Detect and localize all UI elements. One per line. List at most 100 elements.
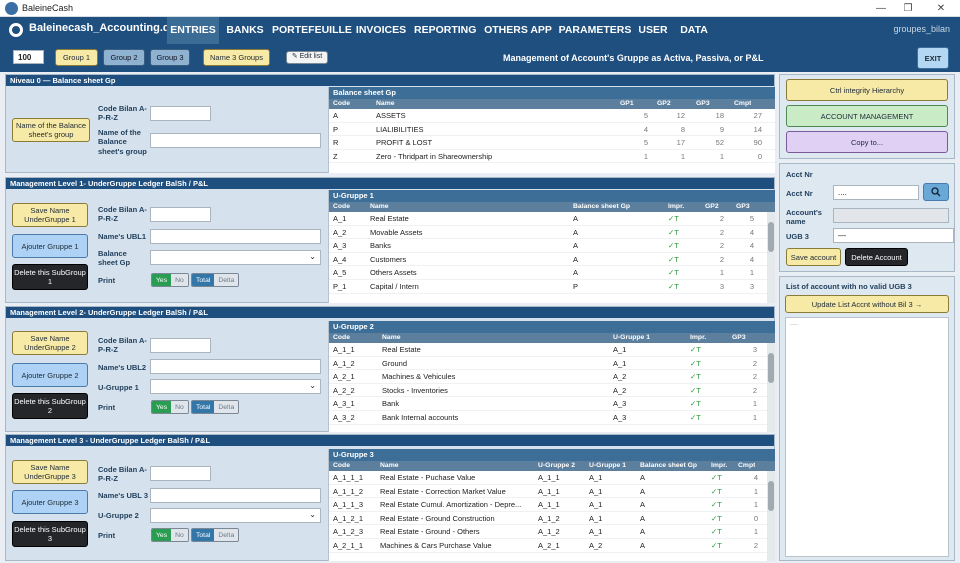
table-row[interactable]: A_4 Customers A ✓T 2 4 — [329, 253, 775, 267]
balance-sheet-gp-select[interactable]: ⌄ — [150, 250, 321, 265]
menu-user[interactable]: USER — [637, 17, 669, 44]
update-list-button[interactable]: Update List Accnt without Bil 3 → — [785, 295, 949, 313]
no-option[interactable]: No — [171, 274, 188, 286]
ajouter-gruppe1-button[interactable]: Ajouter Gruppe 1 — [12, 234, 88, 258]
ugruppe2-select[interactable]: ⌄ — [150, 508, 321, 523]
table-cell: Capital / Intern — [370, 281, 419, 291]
record-count-field[interactable]: 100 — [13, 50, 44, 64]
ubl2-name-input[interactable] — [150, 359, 321, 374]
ajouter-gruppe2-button[interactable]: Ajouter Gruppe 2 — [12, 363, 88, 387]
name-balance-sheet-group-button[interactable]: Name of the Balance sheet's group — [12, 118, 90, 142]
group1-button[interactable]: Group 1 — [55, 49, 98, 66]
print-yes-no-toggle[interactable]: Yes No — [151, 273, 189, 287]
ubl1-name-input[interactable] — [150, 229, 321, 244]
total-option[interactable]: Total — [192, 401, 215, 413]
total-delta-toggle[interactable]: Total Delta — [191, 273, 240, 287]
scrollbar[interactable] — [767, 343, 775, 432]
edit-list-button[interactable]: ✎ Edit list — [286, 51, 328, 64]
scrollbar-thumb[interactable] — [768, 353, 774, 383]
scrollbar-thumb[interactable] — [768, 222, 774, 252]
account-management-button[interactable]: ACCOUNT MANAGEMENT — [786, 105, 948, 127]
balance-sheet-name-input[interactable] — [150, 133, 321, 148]
table-row[interactable]: A_2_2 Stocks - Inventories A_2 ✓T 2 — [329, 384, 775, 398]
acct-nr-input[interactable]: .... — [833, 185, 919, 200]
scrollbar[interactable] — [767, 212, 775, 303]
table-row[interactable]: A_1_1 Real Estate A_1 ✓T 3 — [329, 343, 775, 357]
code-bilan-input[interactable] — [150, 106, 211, 121]
code-bilan-input[interactable] — [150, 338, 211, 353]
print-yes-no-toggle[interactable]: Yes No — [151, 528, 189, 542]
code-bilan-label: Code Bilan A-P-R-Z — [98, 336, 147, 355]
delta-option[interactable]: Delta — [214, 274, 239, 286]
group2-button[interactable]: Group 2 — [103, 49, 145, 66]
invalid-accounts-list[interactable]: .... — [785, 317, 949, 557]
ugruppe1-select[interactable]: ⌄ — [150, 379, 321, 394]
name-3-groups-button[interactable]: Name 3 Groups — [203, 49, 270, 66]
yes-option[interactable]: Yes — [152, 529, 172, 541]
table-row[interactable]: A_1_2 Ground A_1 ✓T 2 — [329, 357, 775, 371]
menu-parameters[interactable]: PARAMETERS — [558, 17, 632, 44]
save-account-button[interactable]: Save account — [786, 248, 841, 266]
delta-option[interactable]: Delta — [214, 401, 239, 413]
total-option[interactable]: Total — [192, 274, 215, 286]
delete-subgroup2-button[interactable]: Delete this SubGroup 2 — [12, 393, 88, 419]
table-row[interactable]: A_5 Others Assets A ✓T 1 1 — [329, 266, 775, 280]
scrollbar[interactable] — [767, 471, 775, 561]
ugb3-input[interactable]: — — [833, 228, 954, 243]
ajouter-gruppe3-button[interactable]: Ajouter Gruppe 3 — [12, 490, 88, 514]
table-cell: P_1 — [333, 281, 347, 291]
print-yes-no-toggle[interactable]: Yes No — [151, 400, 189, 414]
menu-reporting[interactable]: REPORTING — [414, 17, 476, 44]
total-delta-toggle[interactable]: Total Delta — [191, 400, 240, 414]
ubl3-name-input[interactable] — [150, 488, 321, 503]
save-undergruppe1-button[interactable]: Save Name UnderGruppe 1 — [12, 203, 88, 227]
delete-subgroup1-button[interactable]: Delete this SubGroup 1 — [12, 264, 88, 290]
table-row[interactable]: R PROFIT & LOST 5 17 52 90 — [329, 136, 775, 150]
delta-option[interactable]: Delta — [214, 529, 239, 541]
code-bilan-input[interactable] — [150, 466, 211, 481]
minimize-icon[interactable]: — — [868, 1, 894, 16]
code-bilan-input[interactable] — [150, 207, 211, 222]
scrollbar-thumb[interactable] — [768, 481, 774, 511]
menu-entries[interactable]: ENTRIES — [167, 17, 219, 44]
table-row[interactable]: A_3_2 Bank Internal accounts A_3 ✓T 1 — [329, 411, 775, 425]
menu-invoices[interactable]: INVOICES — [354, 17, 408, 44]
total-delta-toggle[interactable]: Total Delta — [191, 528, 240, 542]
table-row[interactable]: A_1_1_1 Real Estate - Puchase Value A_1_1 A… — [329, 471, 775, 485]
restore-icon[interactable]: ❐ — [895, 1, 921, 16]
table-row[interactable]: A_2_1 Machines & Vehicules A_2 ✓T 2 — [329, 370, 775, 384]
copy-to-button[interactable]: Copy to... — [786, 131, 948, 153]
table-cell: A_1_1 — [538, 500, 560, 510]
table-row[interactable]: P LIALIBILITIES 4 8 9 14 — [329, 123, 775, 137]
table-row[interactable]: A_1_2_3 Real Estate - Ground - Others A_1_… — [329, 525, 775, 539]
menu-portefeuille[interactable]: PORTEFEUILLE — [272, 17, 352, 44]
menu-banks[interactable]: BANKS — [225, 17, 265, 44]
table-row[interactable]: A_3 Banks A ✓T 2 4 — [329, 239, 775, 253]
menu-others-app[interactable]: OTHERS APP — [484, 17, 552, 44]
search-button[interactable] — [923, 183, 949, 201]
no-option[interactable]: No — [171, 529, 188, 541]
save-undergruppe3-button[interactable]: Save Name UnderGruppe 3 — [12, 460, 88, 484]
close-icon[interactable]: ✕ — [928, 1, 954, 16]
table-row[interactable]: A_3_1 Bank A_3 ✓T 1 — [329, 397, 775, 411]
delete-account-button[interactable]: Delete Account — [845, 248, 908, 266]
table-row[interactable]: Z Zero - Thridpart in Shareownership 1 1 1 0 — [329, 150, 775, 164]
yes-option[interactable]: Yes — [152, 401, 172, 413]
table-row[interactable]: A_2 Movable Assets A ✓T 2 4 — [329, 226, 775, 240]
table-row[interactable]: A_2_1_1 Machines & Cars Purchase Value A_2… — [329, 539, 775, 553]
ctrl-integrity-button[interactable]: Ctrl integrity Hierarchy — [786, 79, 948, 101]
yes-option[interactable]: Yes — [152, 274, 172, 286]
table-row[interactable]: A ASSETS 5 12 18 27 — [329, 109, 775, 123]
no-option[interactable]: No — [171, 401, 188, 413]
table-row[interactable]: P_1 Capital / Intern P ✓T 3 3 — [329, 280, 775, 294]
total-option[interactable]: Total — [192, 529, 215, 541]
table-row[interactable]: A_1 Real Estate A ✓T 2 5 — [329, 212, 775, 226]
table-row[interactable]: A_1_2_1 Real Estate - Ground Construction… — [329, 512, 775, 526]
table-row[interactable]: A_1_1_3 Real Estate Cumul. Amortization -… — [329, 498, 775, 512]
table-row[interactable]: A_1_1_2 Real Estate - Correction Market V… — [329, 485, 775, 499]
exit-button[interactable]: EXIT — [917, 47, 949, 69]
group3-button[interactable]: Group 3 — [150, 49, 190, 66]
delete-subgroup3-button[interactable]: Delete this SubGroup 3 — [12, 521, 88, 547]
menu-data[interactable]: DATA — [677, 17, 711, 44]
save-undergruppe2-button[interactable]: Save Name UnderGruppe 2 — [12, 331, 88, 355]
